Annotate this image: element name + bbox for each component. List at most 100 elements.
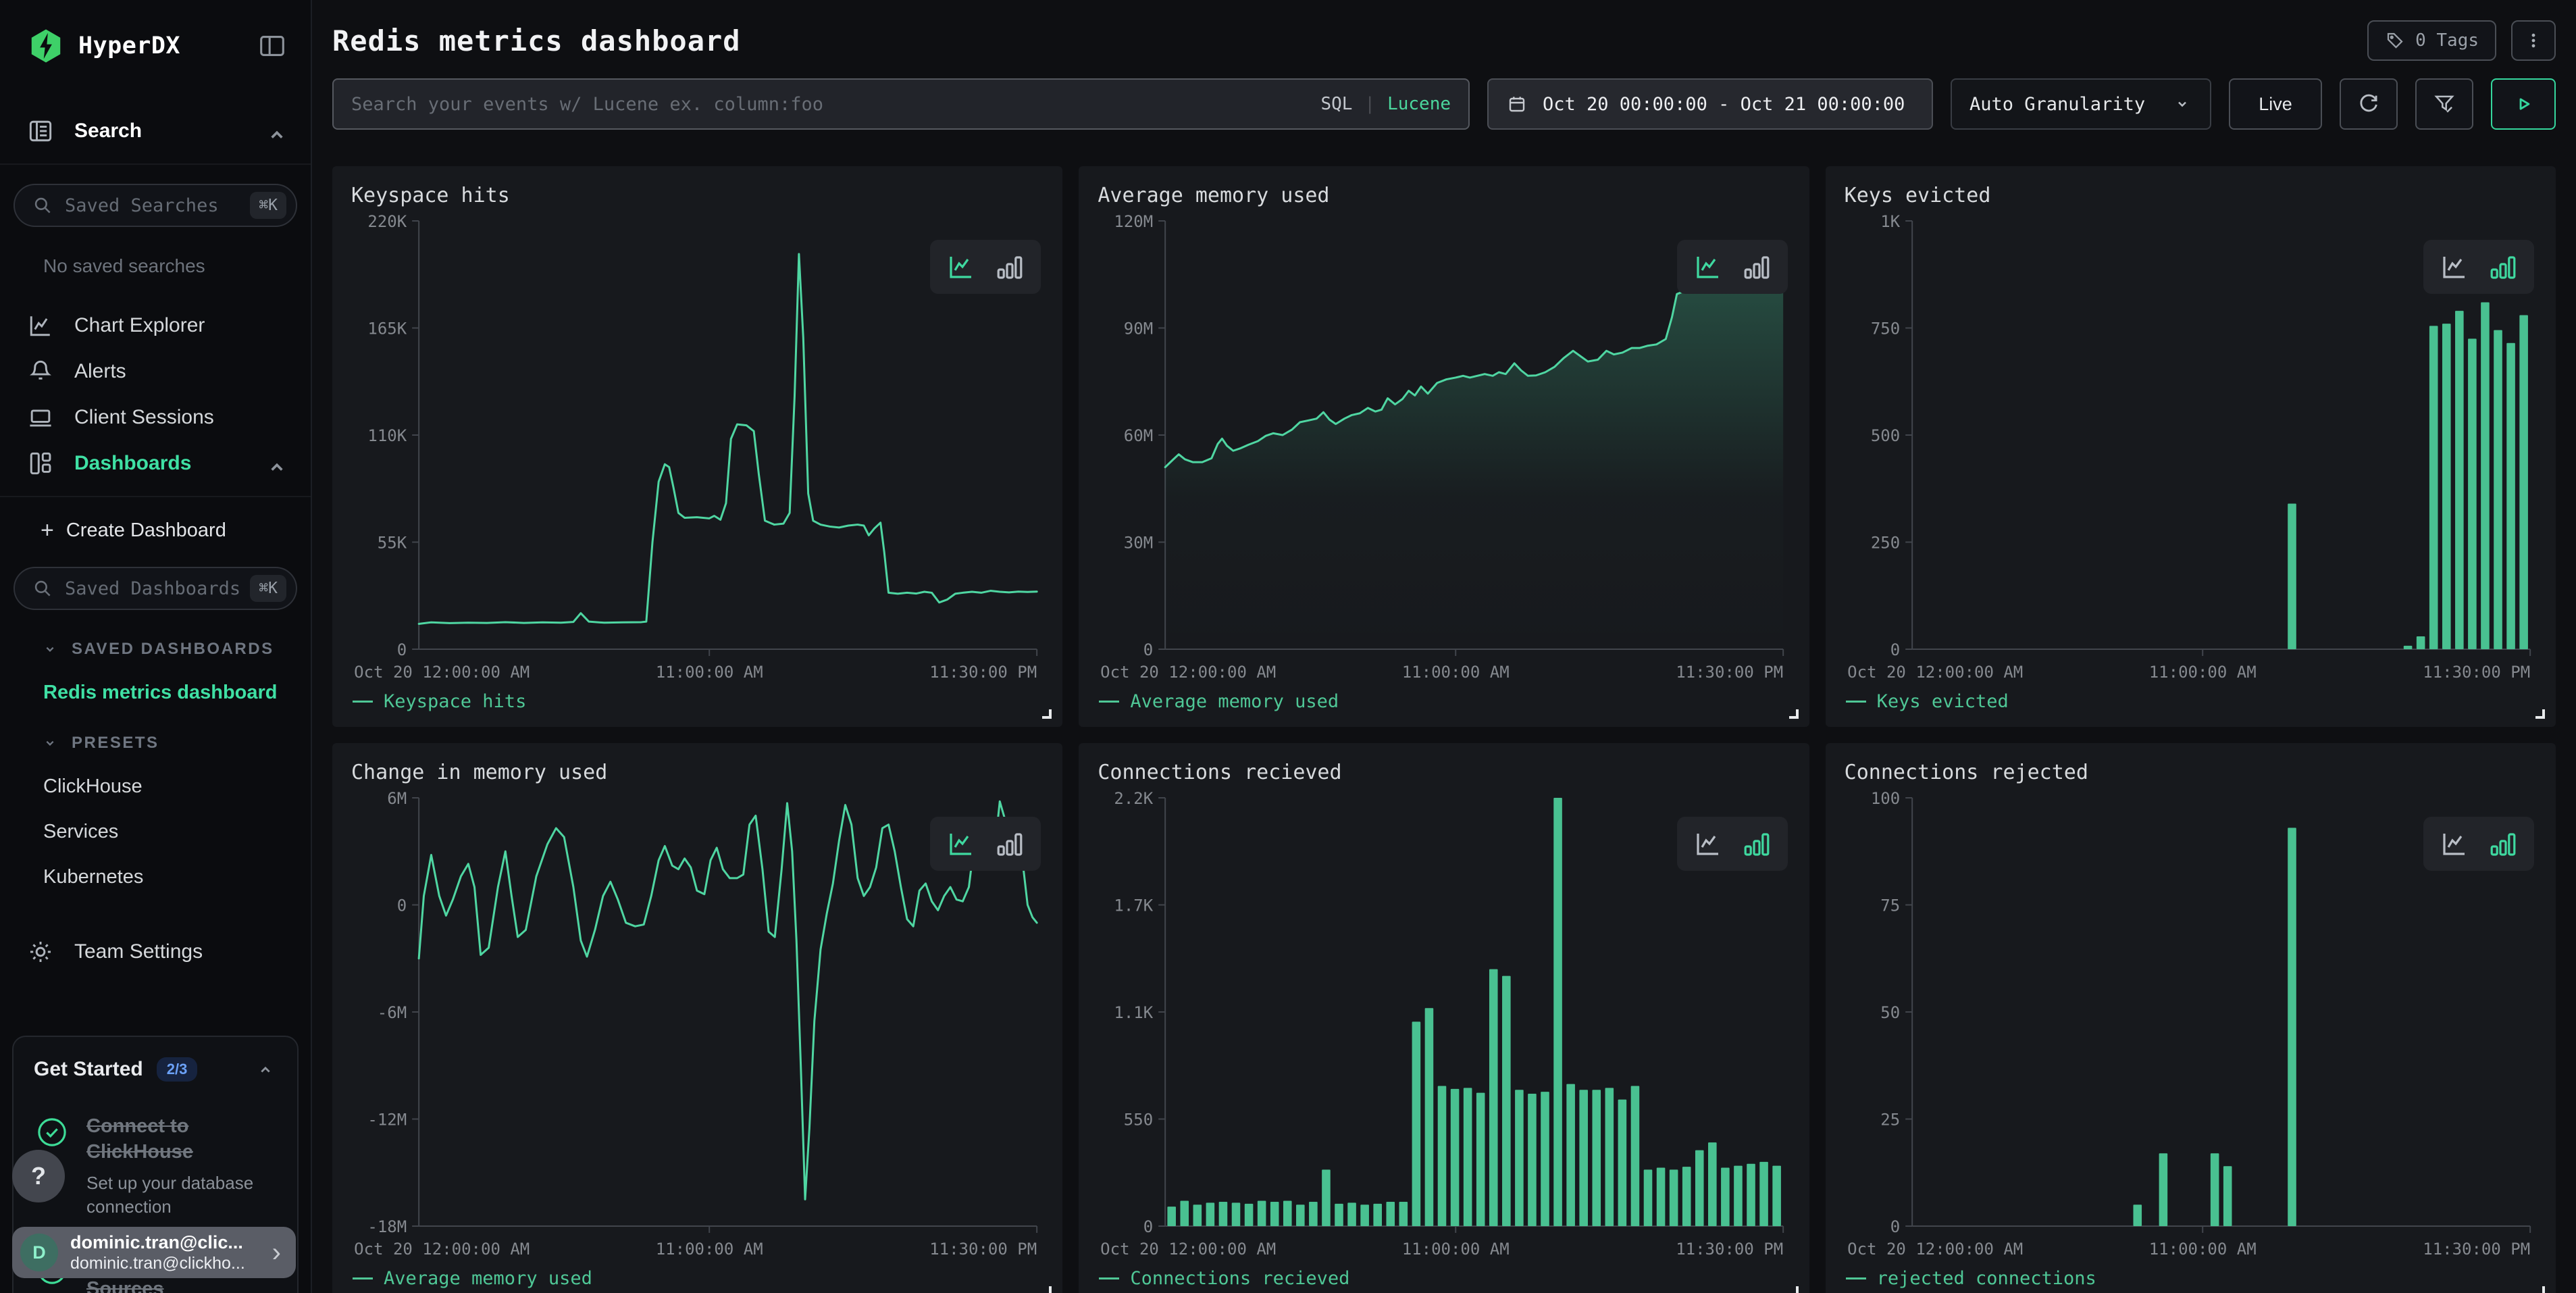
saved-dashboards-section-header[interactable]: SAVED DASHBOARDS [41, 640, 311, 659]
line-chart-icon[interactable] [945, 251, 977, 283]
chart-panel-connections-recieved: Connections recieved2.2K1.7K1.1K5500Oct … [1079, 743, 1809, 1293]
divider [0, 163, 311, 165]
bar-chart-icon[interactable] [2487, 251, 2519, 283]
profile-name: dominic.tran@clic... [70, 1232, 245, 1253]
tags-button[interactable]: 0 Tags [2367, 20, 2496, 61]
chevron-up-icon[interactable] [254, 1058, 277, 1081]
svg-text:250: 250 [1870, 534, 1899, 553]
chart-mode-toggle[interactable] [2423, 817, 2534, 871]
resize-handle[interactable] [2535, 709, 2545, 719]
chart-explorer-icon [26, 311, 55, 340]
sidebar-item-chart-explorer[interactable]: Chart Explorer [0, 304, 311, 347]
legend-swatch [1099, 701, 1119, 703]
svg-text:220K: 220K [367, 212, 407, 231]
dashboard-grid: Keyspace hits220K165K110K55K0Oct 20 12:0… [332, 166, 2556, 1293]
resize-handle[interactable] [1789, 709, 1799, 719]
sidebar-item-search[interactable]: Search [0, 109, 311, 153]
line-chart-icon[interactable] [1692, 828, 1724, 860]
sidebar-item-preset-clickhouse[interactable]: ClickHouse [43, 776, 311, 798]
check-circle-icon [34, 1114, 70, 1150]
chart-title: Change in memory used [351, 761, 1044, 784]
sidebar-item-label: Client Sessions [74, 406, 214, 429]
chart-mode-toggle[interactable] [1677, 240, 1788, 294]
bar-chart-icon[interactable] [1741, 251, 1773, 283]
svg-text:0: 0 [1143, 640, 1153, 659]
granularity-select[interactable]: Auto Granularity [1951, 78, 2211, 130]
presets-section-header[interactable]: PRESETS [41, 734, 311, 753]
resize-handle[interactable] [1789, 1286, 1799, 1293]
chart-title: Keys evicted [1845, 184, 2537, 207]
search-icon [31, 577, 54, 600]
sidebar-item-dashboards[interactable]: Dashboards [0, 442, 311, 485]
sidebar-item-redis-dashboard[interactable]: Redis metrics dashboard [43, 682, 311, 704]
event-search-box[interactable]: SQL | Lucene [332, 78, 1470, 130]
svg-text:1K: 1K [1880, 212, 1900, 231]
bar-chart-icon[interactable] [994, 828, 1026, 860]
tag-icon [2385, 30, 2405, 51]
resize-handle[interactable] [2535, 1286, 2545, 1293]
chevron-up-icon[interactable] [262, 452, 285, 475]
svg-text:120M: 120M [1114, 212, 1154, 231]
lucene-mode-toggle[interactable]: Lucene [1387, 94, 1451, 114]
chart-mode-toggle[interactable] [930, 240, 1041, 294]
line-chart-icon[interactable] [2438, 251, 2471, 283]
bar-chart-icon[interactable] [1741, 828, 1773, 860]
chart-plot-area: 2.2K1.7K1.1K5500Oct 20 12:00:00 AM11:00:… [1098, 786, 1790, 1265]
chart-legend: rejected connections [1845, 1265, 2537, 1293]
svg-text:11:30:00 PM: 11:30:00 PM [2423, 663, 2530, 682]
sql-mode-toggle[interactable]: SQL [1320, 94, 1352, 114]
chart-plot-area: 1K7505002500Oct 20 12:00:00 AM11:00:00 A… [1845, 209, 2537, 688]
filter-button[interactable] [2415, 78, 2473, 130]
bell-icon [26, 357, 55, 386]
help-button[interactable]: ? [12, 1150, 65, 1202]
svg-text:165K: 165K [367, 320, 407, 338]
sidebar-collapse-icon[interactable] [257, 30, 288, 61]
filter-funnel-icon [2431, 91, 2457, 117]
date-range-picker[interactable]: Oct 20 00:00:00 - Oct 21 00:00:00 [1487, 78, 1933, 130]
line-chart-icon[interactable] [2438, 828, 2471, 860]
saved-dashboards-input[interactable] [65, 578, 239, 599]
chevron-up-icon[interactable] [262, 120, 285, 143]
svg-text:0: 0 [1890, 640, 1899, 659]
svg-text:Oct 20 12:00:00 AM: Oct 20 12:00:00 AM [354, 663, 530, 682]
create-dashboard-button[interactable]: + Create Dashboard [0, 517, 311, 544]
refresh-icon [2356, 91, 2381, 117]
user-profile-button[interactable]: D dominic.tran@clic... dominic.tran@clic… [12, 1227, 296, 1278]
live-button[interactable]: Live [2229, 78, 2322, 130]
get-started-title: Get Started [34, 1058, 143, 1081]
sidebar-item-team-settings[interactable]: Team Settings [0, 930, 311, 973]
chart-mode-toggle[interactable] [2423, 240, 2534, 294]
get-started-item-connect[interactable]: Connect to ClickHouse Set up your databa… [34, 1114, 277, 1219]
saved-searches-search[interactable]: ⌘K [14, 184, 297, 227]
line-chart-icon[interactable] [945, 828, 977, 860]
sidebar-item-alerts[interactable]: Alerts [0, 350, 311, 393]
svg-text:-18M: -18M [367, 1217, 407, 1236]
event-search-input[interactable] [351, 94, 1308, 115]
bar-chart-icon[interactable] [2487, 828, 2519, 860]
sidebar-item-label: Alerts [74, 360, 126, 383]
resize-handle[interactable] [1042, 709, 1052, 719]
refresh-button[interactable] [2340, 78, 2398, 130]
svg-text:11:00:00 AM: 11:00:00 AM [656, 663, 763, 682]
chart-mode-toggle[interactable] [1677, 817, 1788, 871]
svg-text:550: 550 [1124, 1111, 1153, 1130]
bar-chart-icon[interactable] [994, 251, 1026, 283]
run-query-button[interactable] [2491, 78, 2556, 130]
svg-text:50: 50 [1880, 1003, 1900, 1022]
saved-searches-input[interactable] [65, 195, 239, 216]
chart-panel-connections-rejected: Connections rejected1007550250Oct 20 12:… [1826, 743, 2556, 1293]
sidebar-item-preset-services[interactable]: Services [43, 821, 311, 843]
kebab-menu-button[interactable] [2511, 20, 2556, 61]
svg-text:-12M: -12M [367, 1111, 407, 1130]
svg-text:2.2K: 2.2K [1114, 789, 1154, 808]
chart-mode-toggle[interactable] [930, 817, 1041, 871]
line-chart-icon[interactable] [1692, 251, 1724, 283]
resize-handle[interactable] [1042, 1286, 1052, 1293]
saved-dashboards-search[interactable]: ⌘K [14, 567, 297, 610]
sidebar-item-preset-kubernetes[interactable]: Kubernetes [43, 866, 311, 888]
svg-text:11:30:00 PM: 11:30:00 PM [1676, 1240, 1784, 1259]
divider [0, 496, 311, 497]
svg-text:30M: 30M [1124, 534, 1153, 553]
sidebar-item-client-sessions[interactable]: Client Sessions [0, 396, 311, 439]
chart-legend: Keys evicted [1845, 688, 2537, 719]
